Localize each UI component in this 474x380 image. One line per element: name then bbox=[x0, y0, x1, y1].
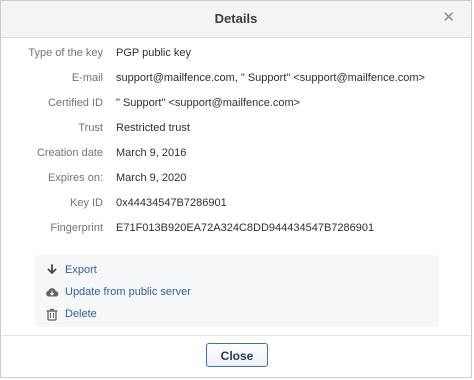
detail-row-fingerprint: Fingerprint E71F013B920EA72A324C8DD94443… bbox=[1, 218, 471, 243]
detail-value: " Support" <support@mailfence.com> bbox=[116, 97, 301, 109]
delete-label: Delete bbox=[65, 308, 97, 320]
detail-row-email: E-mail support@mailfence.com, " Support"… bbox=[1, 68, 471, 93]
close-icon[interactable]: ✕ bbox=[442, 9, 455, 27]
detail-value: 0x44434547B7286901 bbox=[116, 197, 227, 209]
detail-label: Certified ID bbox=[47, 97, 103, 109]
delete-button[interactable]: Delete bbox=[45, 305, 97, 323]
detail-value: E71F013B920EA72A324C8DD944434547B7286901 bbox=[116, 222, 375, 234]
export-button[interactable]: Export bbox=[45, 261, 97, 279]
detail-row-trust: Trust Restricted trust bbox=[1, 118, 471, 143]
export-label: Export bbox=[65, 264, 97, 276]
details-dialog: Details ✕ Type of the key PGP public key… bbox=[0, 0, 472, 378]
detail-label: Key ID bbox=[69, 197, 103, 209]
trash-icon bbox=[45, 307, 59, 321]
detail-label: Creation date bbox=[36, 147, 103, 159]
detail-label: Trust bbox=[78, 122, 103, 134]
detail-value: support@mailfence.com, " Support" <suppo… bbox=[116, 72, 425, 84]
detail-row-expires-on: Expires on: March 9, 2020 bbox=[1, 168, 471, 193]
detail-row-certified-id: Certified ID " Support" <support@mailfen… bbox=[1, 93, 471, 118]
detail-label: E-mail bbox=[71, 72, 103, 84]
detail-row-key-id: Key ID 0x44434547B7286901 bbox=[1, 193, 471, 218]
detail-value: PGP public key bbox=[116, 47, 192, 59]
cloud-icon bbox=[45, 285, 59, 299]
detail-value: March 9, 2020 bbox=[116, 172, 187, 184]
update-from-public-server-button[interactable]: Update from public server bbox=[45, 283, 191, 301]
update-label: Update from public server bbox=[65, 286, 191, 298]
detail-label: Fingerprint bbox=[50, 222, 103, 234]
dialog-title: Details bbox=[214, 11, 258, 26]
detail-label: Expires on: bbox=[47, 172, 103, 184]
detail-row-creation-date: Creation date March 9, 2016 bbox=[1, 143, 471, 168]
detail-value: Restricted trust bbox=[116, 122, 190, 134]
details-list: Type of the key PGP public key E-mail su… bbox=[1, 43, 471, 243]
close-button[interactable]: Close bbox=[206, 343, 268, 367]
footer-divider bbox=[1, 335, 471, 336]
detail-label: Type of the key bbox=[28, 47, 103, 59]
arrow-down-icon bbox=[45, 263, 59, 277]
detail-row-type: Type of the key PGP public key bbox=[1, 43, 471, 68]
detail-value: March 9, 2016 bbox=[116, 147, 187, 159]
dialog-header: Details ✕ bbox=[1, 1, 471, 38]
actions-panel: Export Update from public server Delete bbox=[35, 255, 439, 327]
